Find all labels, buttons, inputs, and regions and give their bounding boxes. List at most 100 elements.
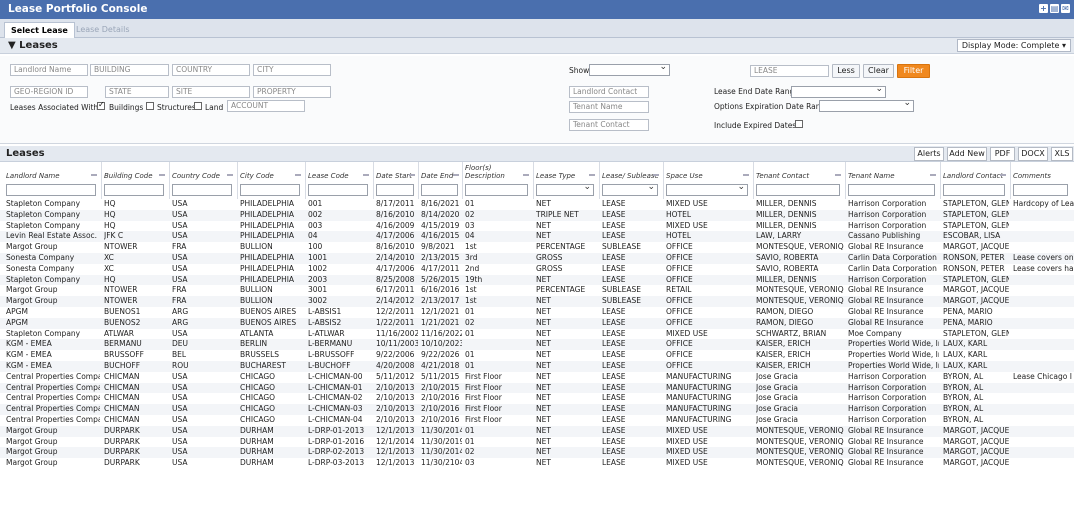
sort-icon[interactable] (523, 174, 529, 176)
building-input[interactable]: BUILDING (90, 64, 169, 76)
table-row[interactable]: Stapleton Company HQ USA PHILADELPHIA 001 8/1… (0, 199, 1074, 210)
state-input[interactable]: STATE (105, 86, 169, 98)
table-row[interactable]: Margot Group DURPARK USA DURHAM L-DRP-01-201… (0, 425, 1074, 437)
column-header-city-code[interactable]: City Code (240, 162, 304, 184)
column-header-space-use[interactable]: Space Use (666, 162, 752, 184)
xls-button[interactable]: XLS (1051, 147, 1073, 161)
sort-icon[interactable] (159, 174, 165, 176)
show-select[interactable] (589, 62, 670, 76)
table-row[interactable]: Central Properties Company CHICMAN USA CHIC… (0, 415, 1074, 426)
table-row[interactable]: Stapleton Company ATLWAR USA ATLANTA L-ATLWA… (0, 329, 1074, 340)
column-filter-landlord-contact[interactable] (943, 184, 1005, 196)
account-input[interactable]: ACCOUNT (227, 100, 305, 112)
table-row[interactable]: Central Properties Company CHICMAN USA CHIC… (0, 382, 1074, 394)
table-row[interactable]: Levin Real Estate Assoc. JFK C USA PHILADEL… (0, 231, 1074, 243)
sort-icon[interactable] (930, 174, 936, 176)
land-checkbox[interactable] (194, 102, 202, 110)
sort-icon[interactable] (653, 174, 659, 176)
table-row[interactable]: Margot Group NTOWER FRA BULLION 100 8/16/2010… (0, 242, 1074, 253)
options-expiration-date-range-select[interactable] (819, 98, 914, 112)
column-filter-date-end[interactable] (421, 184, 458, 196)
print-icon[interactable]: ▤ (1050, 4, 1059, 13)
column-filter-lease-type[interactable] (536, 182, 594, 196)
column-filter-floors-description[interactable] (465, 184, 528, 196)
table-row[interactable]: Central Properties Company CHICMAN USA CHIC… (0, 404, 1074, 415)
property-input[interactable]: PROPERTY (253, 86, 331, 98)
table-row[interactable]: Stapleton Company HQ USA PHILADELPHIA 2003 8/… (0, 274, 1074, 286)
table-row[interactable]: Margot Group DURPARK USA DURHAM L-DRP-02-201… (0, 447, 1074, 459)
tab-select-lease[interactable]: Select Lease (4, 22, 75, 38)
column-header-date-end[interactable]: Date End (421, 162, 462, 184)
table-row[interactable]: KGM - EMEA BUCHOFF ROU BUCHAREST L-BUCHOFF 4/… (0, 361, 1074, 372)
table-row[interactable]: APGM BUENOS1 ARG BUENOS AIRES L-ABSIS1 12/2/2… (0, 307, 1074, 318)
column-header-landlord-contact[interactable]: Landlord Contact (943, 162, 1009, 184)
column-header-lease-code[interactable]: Lease Code (308, 162, 372, 184)
column-header-floors-description[interactable]: Floor(s) Description (465, 162, 532, 184)
table-row[interactable]: Sonesta Company XC USA PHILADELPHIA 1001 2/14… (0, 253, 1074, 264)
column-filter-landlord-name[interactable] (6, 184, 96, 196)
sort-icon[interactable] (589, 174, 595, 176)
sort-icon[interactable] (91, 174, 97, 176)
table-row[interactable]: Central Properties Company CHICMAN USA CHIC… (0, 372, 1074, 383)
column-filter-tenant-contact[interactable] (756, 184, 840, 196)
table-row[interactable]: APGM BUENOS2 ARG BUENOS AIRES L-ABSIS2 1/22/2… (0, 317, 1074, 329)
structures-checkbox[interactable] (146, 102, 154, 110)
table-row[interactable]: Margot Group DURPARK USA DURHAM L-DRP-03-201… (0, 458, 1074, 469)
landlord-contact-input[interactable]: Landlord Contact (569, 86, 649, 98)
table-row[interactable]: Sonesta Company XC USA PHILADELPHIA 1002 4/17… (0, 264, 1074, 275)
column-header-lease-type[interactable]: Lease Type (536, 162, 598, 184)
tenant-name-input[interactable]: Tenant Name (569, 101, 649, 113)
sort-icon[interactable] (1000, 174, 1006, 176)
column-header-comments[interactable]: Comments (1013, 162, 1072, 184)
sort-icon[interactable] (295, 174, 301, 176)
landlord-name-input[interactable]: Landlord Name (10, 64, 88, 76)
city-input[interactable]: CITY (253, 64, 331, 76)
site-input[interactable]: SITE (172, 86, 250, 98)
column-header-tenant-contact[interactable]: Tenant Contact (756, 162, 844, 184)
column-filter-lease-code[interactable] (308, 184, 368, 196)
table-row[interactable]: Margot Group NTOWER FRA BULLION 3001 6/17/201… (0, 285, 1074, 296)
column-filter-space-use[interactable] (666, 182, 748, 196)
column-header-lease-sublease[interactable]: Lease/ Sublease (602, 162, 662, 184)
display-mode-select[interactable]: Display Mode: Complete ▾ (956, 39, 1071, 52)
docx-button[interactable]: DOCX (1018, 147, 1048, 161)
column-header-building-code[interactable]: Building Code (104, 162, 168, 184)
table-row[interactable]: KGM - EMEA BERMANU DEU BERLIN L-BERMANU 10/11… (0, 339, 1074, 351)
include-expired-dates-checkbox[interactable] (795, 120, 803, 128)
column-filter-comments[interactable] (1013, 184, 1068, 196)
clear-button[interactable]: Clear (863, 64, 894, 78)
less-button[interactable]: Less (832, 64, 860, 78)
alerts-button[interactable]: Alerts (914, 147, 944, 161)
column-header-country-code[interactable]: Country Code (172, 162, 236, 184)
sort-icon[interactable] (835, 174, 841, 176)
geo-region-id-input[interactable]: GEO-REGION ID (10, 86, 88, 98)
table-row[interactable]: Stapleton Company HQ USA PHILADELPHIA 003 4/1… (0, 221, 1074, 232)
email-icon[interactable]: ✉ (1061, 4, 1070, 13)
buildings-checkbox[interactable] (97, 100, 105, 110)
column-filter-lease-sublease[interactable] (602, 182, 658, 196)
lease-input[interactable]: LEASE (750, 65, 829, 77)
sort-icon[interactable] (743, 174, 749, 176)
column-filter-city-code[interactable] (240, 184, 300, 196)
tab-lease-details[interactable]: Lease Details (70, 22, 136, 38)
table-row[interactable]: Margot Group DURPARK USA DURHAM L-DRP-01-201… (0, 437, 1074, 448)
column-header-landlord-name[interactable]: Landlord Name (6, 162, 100, 184)
add-new-button[interactable]: Add New (947, 147, 987, 161)
sort-icon[interactable] (227, 174, 233, 176)
column-filter-building-code[interactable] (104, 184, 164, 196)
column-filter-country-code[interactable] (172, 184, 232, 196)
table-row[interactable]: Central Properties Company CHICMAN USA CHIC… (0, 393, 1074, 404)
sort-icon[interactable] (363, 174, 369, 176)
table-row[interactable]: Stapleton Company HQ USA PHILADELPHIA 002 8/1… (0, 209, 1074, 221)
sort-icon[interactable] (453, 174, 459, 176)
column-header-tenant-name[interactable]: Tenant Name (848, 162, 939, 184)
add-icon[interactable]: + (1039, 4, 1048, 13)
column-filter-date-start[interactable] (376, 184, 414, 196)
sort-icon[interactable] (409, 174, 415, 176)
table-row[interactable]: KGM - EMEA BRUSSOFF BEL BRUSSELS L-BRUSSOFF 9… (0, 350, 1074, 361)
table-row[interactable]: Margot Group NTOWER FRA BULLION 3002 2/14/201… (0, 296, 1074, 307)
pdf-button[interactable]: PDF (990, 147, 1015, 161)
filter-button[interactable]: Filter (897, 64, 930, 78)
tenant-contact-input[interactable]: Tenant Contact (569, 119, 649, 131)
column-filter-tenant-name[interactable] (848, 184, 935, 196)
